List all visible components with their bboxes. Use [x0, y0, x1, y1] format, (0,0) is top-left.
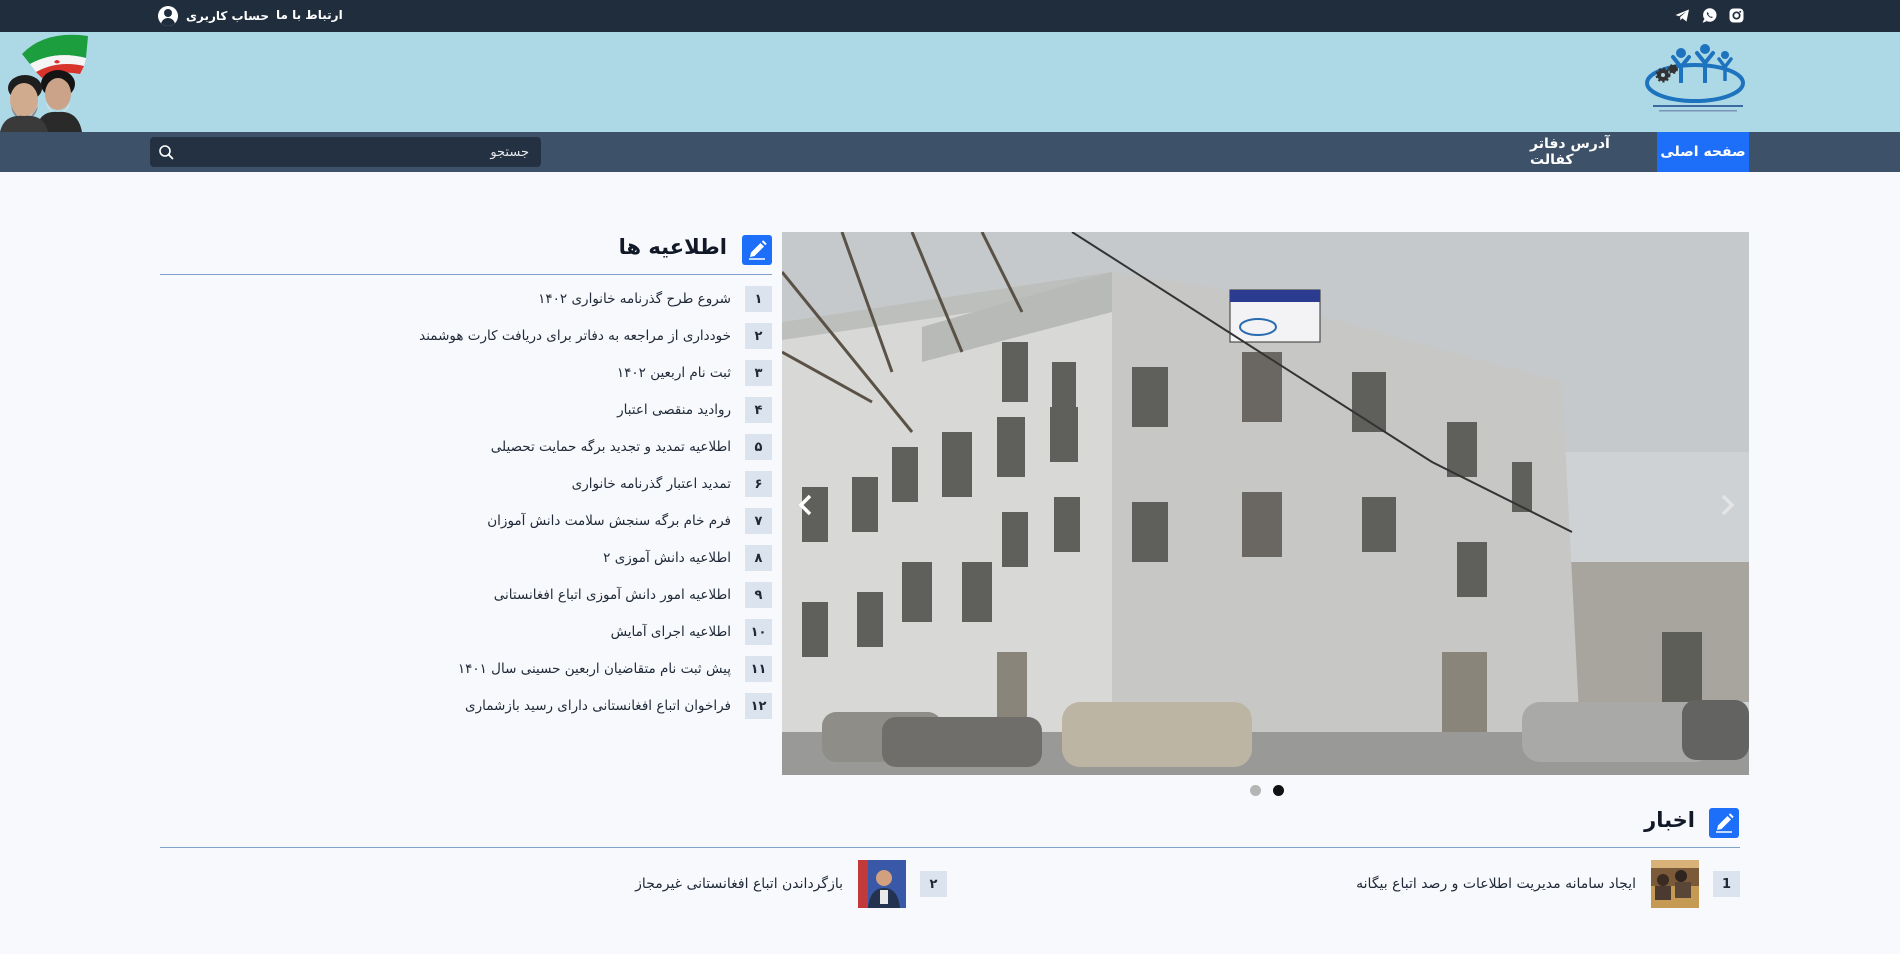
news-number: 1 — [1713, 871, 1740, 897]
leaders-portrait-image — [0, 32, 90, 132]
notice-number: ۹ — [745, 582, 772, 608]
notice-item[interactable]: ۱ شروع طرح گذرنامه خانواری ۱۴۰۲ — [538, 285, 772, 313]
news-edit-icon — [1709, 808, 1739, 838]
news-title: اخبار — [1644, 808, 1695, 832]
notice-number: ۳ — [745, 360, 772, 386]
notice-item[interactable]: ۱۱ پیش ثبت نام متقاضیان اربعین حسینی سال… — [458, 655, 772, 683]
site-logo[interactable] — [1645, 43, 1747, 118]
search-icon[interactable] — [158, 144, 174, 160]
notice-item[interactable]: ۳ ثبت نام اربعین ۱۴۰۲ — [617, 359, 772, 387]
user-avatar-icon — [158, 6, 178, 26]
notice-item[interactable]: ۷ فرم خام برگه سنجش سلامت دانش آموزان — [487, 507, 772, 535]
search-input[interactable] — [180, 137, 535, 167]
news-text: ایجاد سامانه مدیریت اطلاعات و رصد اتباع … — [1356, 876, 1636, 892]
search-box — [150, 137, 541, 167]
notice-item[interactable]: ۴ روادید منقصی اعتبار — [617, 396, 772, 424]
news-item[interactable]: ۲ بازگرداندن اتباع افغانستانی غیرمجاز — [635, 860, 947, 908]
account-label: حساب کاربری — [186, 9, 269, 23]
news-thumbnail — [858, 860, 906, 908]
notice-text: اطلاعیه دانش آموزی ۲ — [603, 550, 731, 566]
carousel-prev-button[interactable] — [794, 490, 818, 520]
news-divider — [160, 847, 1740, 848]
notice-item[interactable]: ۹ اطلاعیه امور دانش آموزی اتباع افغانستا… — [494, 581, 772, 609]
notice-text: شروع طرح گذرنامه خانواری ۱۴۰۲ — [538, 291, 731, 307]
notice-text: روادید منقصی اعتبار — [617, 402, 731, 418]
instagram-icon[interactable] — [1728, 7, 1745, 24]
notices-edit-icon — [742, 235, 772, 265]
carousel-next-button[interactable] — [1715, 490, 1739, 520]
notice-text: فرم خام برگه سنجش سلامت دانش آموزان — [487, 513, 731, 529]
notice-number: ۱ — [745, 286, 772, 312]
notice-text: اطلاعیه امور دانش آموزی اتباع افغانستانی — [493, 587, 731, 603]
notice-item[interactable]: ۱۲ فراخوان اتباع افغانستانی دارای رسید ب… — [465, 692, 772, 720]
telegram-icon[interactable] — [1674, 7, 1691, 24]
news-item[interactable]: 1 ایجاد سامانه مدیریت اطلاعات و رصد اتبا… — [1356, 860, 1740, 908]
news-number: ۲ — [920, 871, 947, 897]
notice-text: فراخوان اتباع افغانستانی دارای رسید بازش… — [465, 698, 731, 714]
news-thumbnail — [1651, 860, 1699, 908]
whatsapp-icon[interactable] — [1701, 7, 1718, 24]
notice-item[interactable]: ۵ اطلاعیه تمدید و تجدید برگه حمایت تحصیل… — [491, 433, 772, 461]
nav-offices-address[interactable]: آدرس دفاتر کفالت — [1530, 132, 1650, 172]
notices-title: اطلاعیه ها — [618, 235, 727, 259]
notice-number: ۲ — [745, 323, 772, 349]
notice-item[interactable]: ۶ تمدید اعتبار گذرنامه خانواری — [572, 470, 772, 498]
carousel-indicators — [1250, 785, 1284, 796]
notices-divider — [160, 274, 772, 275]
notice-number: ۴ — [745, 397, 772, 423]
nav-home[interactable]: صفحه اصلی — [1657, 132, 1749, 172]
image-carousel — [782, 232, 1749, 775]
notice-number: ۱۲ — [745, 693, 772, 719]
notice-text: پیش ثبت نام متقاضیان اربعین حسینی سال ۱۴… — [457, 661, 731, 677]
notice-text: تمدید اعتبار گذرنامه خانواری — [571, 476, 731, 492]
notice-number: ۱۰ — [745, 619, 772, 645]
notice-text: اطلاعیه تمدید و تجدید برگه حمایت تحصیلی — [490, 439, 731, 455]
notice-item[interactable]: ۱۰ اطلاعیه اجرای آمایش — [611, 618, 772, 646]
carousel-dot-2[interactable] — [1250, 785, 1261, 796]
notice-text: اطلاعیه اجرای آمایش — [610, 624, 731, 640]
account-link[interactable]: حساب کاربری — [158, 6, 269, 26]
notice-number: ۶ — [745, 471, 772, 497]
top-bar: حساب کاربری ارتباط با ما — [0, 0, 1900, 32]
notice-number: ۷ — [745, 508, 772, 534]
notice-number: ۵ — [745, 434, 772, 460]
notice-text: خودداری از مراجعه به دفاتر برای دریافت ک… — [419, 328, 731, 344]
news-text: بازگرداندن اتباع افغانستانی غیرمجاز — [635, 876, 843, 892]
carousel-dot-1-active[interactable] — [1273, 785, 1284, 796]
notice-item[interactable]: ۲ خودداری از مراجعه به دفاتر برای دریافت… — [419, 322, 772, 350]
site-header — [0, 32, 1900, 132]
contact-link[interactable]: ارتباط با ما — [276, 8, 343, 22]
notice-text: ثبت نام اربعین ۱۴۰۲ — [616, 365, 731, 381]
notice-number: ۸ — [745, 545, 772, 571]
slide-building-photo — [782, 232, 1749, 775]
social-links — [1674, 7, 1745, 24]
notice-item[interactable]: ۸ اطلاعیه دانش آموزی ۲ — [603, 544, 772, 572]
notice-number: ۱۱ — [745, 656, 772, 682]
